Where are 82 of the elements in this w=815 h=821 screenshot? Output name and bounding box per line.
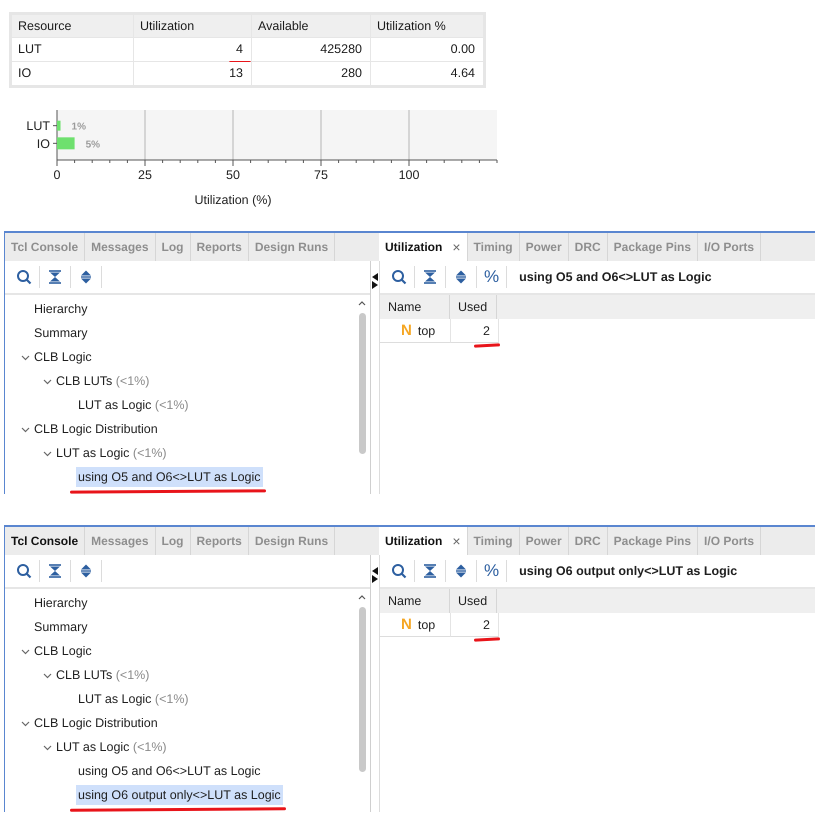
net-icon: N — [401, 616, 412, 633]
tree-item[interactable]: CLB Logic Distribution — [32, 713, 160, 733]
table-cell: 0.00 — [371, 38, 483, 61]
tab[interactable]: Utilization × — [379, 233, 468, 261]
table-cell: 2 — [483, 324, 490, 338]
tree-item[interactable]: using O5 and O6<>LUT as Logic — [76, 761, 263, 781]
table-cell: 4.64 — [371, 62, 483, 85]
tree-item[interactable]: LUT as Logic (<1%) — [54, 737, 169, 757]
column-header[interactable]: Name — [380, 589, 450, 613]
column-header[interactable]: Utilization — [134, 15, 251, 37]
tree-item[interactable]: CLB LUTs (<1%) — [54, 665, 152, 685]
column-header[interactable]: Utilization % — [371, 15, 483, 37]
tree-item[interactable]: CLB Logic Distribution — [32, 419, 160, 439]
search-icon[interactable] — [16, 563, 32, 579]
table-cell: LUT — [12, 38, 133, 61]
search-icon[interactable] — [391, 269, 407, 285]
tree-item[interactable]: LUT as Logic (<1%) — [54, 443, 169, 463]
category-label: IO — [36, 136, 50, 151]
column-header[interactable]: Used — [450, 295, 497, 319]
table-cell: 425280 — [252, 38, 370, 61]
expand-all-icon[interactable] — [78, 563, 94, 579]
table-cell: 4 — [236, 42, 243, 56]
table-cell: top — [418, 324, 436, 338]
close-icon[interactable]: × — [452, 533, 461, 549]
close-icon[interactable]: × — [452, 239, 461, 255]
tick-label: 50 — [226, 168, 240, 182]
chevron-down-icon[interactable] — [43, 670, 52, 680]
splitter-arrows-icon — [372, 273, 378, 289]
expand-all-icon[interactable] — [453, 563, 469, 579]
view-title: using O5 and O6<>LUT as Logic — [519, 270, 712, 284]
tick-label: 25 — [138, 168, 152, 182]
tree-item[interactable]: using O6 output only<>LUT as Logic — [76, 785, 283, 805]
collapse-all-icon[interactable] — [422, 563, 438, 579]
column-header[interactable]: Name — [380, 295, 450, 319]
net-icon: N — [401, 322, 412, 339]
table-cell: 13 — [229, 66, 243, 80]
collapse-all-icon[interactable] — [47, 563, 63, 579]
bar — [57, 120, 61, 131]
splitter-arrows-icon — [372, 567, 378, 583]
tree-item[interactable]: LUT as Logic (<1%) — [76, 689, 191, 709]
category-label: LUT — [26, 119, 50, 134]
tree-item[interactable]: CLB Logic — [32, 347, 94, 367]
tree-item[interactable]: Hierarchy — [32, 593, 90, 613]
chevron-down-icon[interactable] — [43, 448, 52, 458]
axis-title: Utilization (%) — [194, 193, 272, 207]
tree-item[interactable]: LUT as Logic (<1%) — [76, 395, 191, 415]
tree-item[interactable]: Summary — [32, 323, 90, 343]
column-header[interactable]: Used — [450, 589, 497, 613]
search-icon[interactable] — [16, 269, 32, 285]
column-header[interactable]: Available — [252, 15, 370, 37]
value-label: 1% — [72, 122, 86, 133]
bar — [57, 137, 75, 150]
column-header[interactable]: Resource — [12, 15, 133, 37]
collapse-all-icon[interactable] — [47, 269, 63, 285]
y-axis — [52, 110, 58, 160]
table-cell: 280 — [252, 62, 370, 85]
expand-all-icon[interactable] — [78, 269, 94, 285]
tree-item[interactable]: Summary — [32, 617, 90, 637]
chevron-down-icon[interactable] — [21, 718, 30, 728]
value-label: 5% — [86, 139, 100, 150]
table-cell: top — [418, 618, 436, 632]
percent-button[interactable]: % — [484, 561, 500, 581]
tick-label: 0 — [54, 168, 60, 182]
chevron-down-icon[interactable] — [43, 376, 52, 386]
chevron-down-icon[interactable] — [21, 352, 30, 362]
expand-all-icon[interactable] — [453, 269, 469, 285]
tick-label: 100 — [398, 168, 420, 182]
table-cell: IO — [12, 62, 133, 85]
tick-label: 75 — [314, 168, 328, 182]
chevron-down-icon[interactable] — [21, 646, 30, 656]
tree-item[interactable]: Hierarchy — [32, 299, 90, 319]
tab[interactable]: Utilization × — [379, 527, 468, 555]
chevron-down-icon[interactable] — [43, 742, 52, 752]
table-cell: 2 — [483, 618, 490, 632]
tree-item[interactable]: CLB LUTs (<1%) — [54, 371, 152, 391]
search-icon[interactable] — [391, 563, 407, 579]
chevron-down-icon[interactable] — [21, 424, 30, 434]
tree-item[interactable]: using O5 and O6<>LUT as Logic — [76, 467, 263, 487]
percent-button[interactable]: % — [484, 267, 500, 287]
tree-item[interactable]: CLB Logic — [32, 641, 94, 661]
view-title: using O6 output only<>LUT as Logic — [519, 564, 738, 578]
collapse-all-icon[interactable] — [422, 269, 438, 285]
